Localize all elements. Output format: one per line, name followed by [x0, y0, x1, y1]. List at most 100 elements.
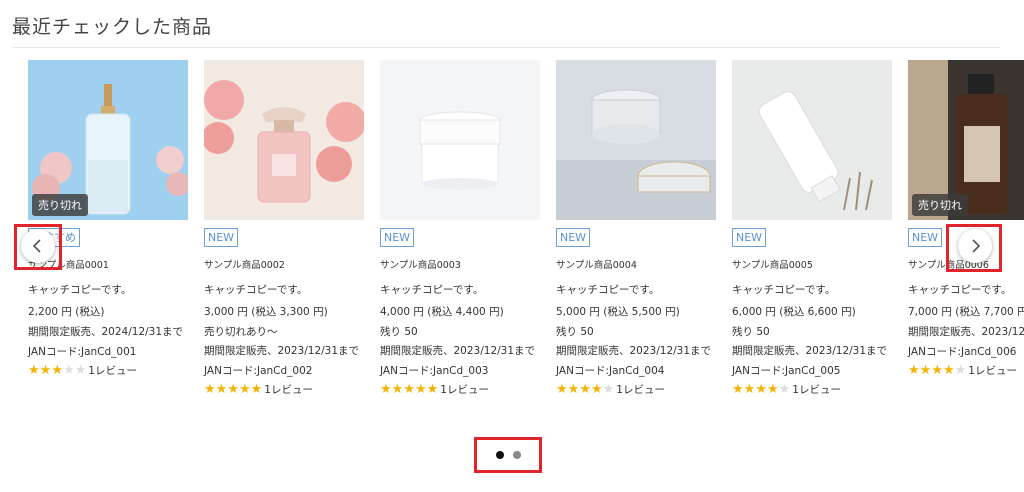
star-empty-icon: ★: [778, 381, 791, 397]
product-image[interactable]: [380, 60, 540, 220]
star-filled-icon: ★: [227, 381, 239, 397]
star-filled-icon: ★: [204, 381, 216, 397]
review-count[interactable]: 1レビュー: [440, 382, 489, 397]
product-badge: NEW: [204, 228, 239, 247]
product-card[interactable]: NEW サンプル商品0005 キャッチコピーです。 6,000 円 (税込 6,…: [732, 60, 892, 397]
star-filled-icon: ★: [766, 381, 779, 397]
stock-status: 売り切れあり～: [204, 326, 278, 338]
sale-period: 期間限定販売、2024/12/31まで: [28, 326, 184, 338]
star-filled-icon: ★: [238, 381, 251, 397]
star-filled-icon: ★: [942, 362, 955, 378]
star-empty-icon: ★: [62, 362, 75, 378]
product-card[interactable]: 売り切れ おすすめ サンプル商品0001 キャッチコピーです。 2,200 円 …: [28, 60, 188, 378]
star-filled-icon: ★: [732, 381, 744, 397]
star-filled-icon: ★: [908, 362, 920, 378]
review-count[interactable]: 1レビュー: [968, 363, 1017, 378]
product-price: 6,000 円 (税込 6,600 円): [732, 306, 856, 318]
carousel-pagination: [474, 438, 542, 472]
sale-period: 期間限定販売、2023/12/31まで: [204, 345, 360, 357]
review-count[interactable]: 1レビュー: [88, 363, 137, 378]
star-filled-icon: ★: [755, 381, 767, 397]
stock-status: 残り 50: [380, 326, 418, 338]
product-badge: NEW: [732, 228, 767, 247]
product-image[interactable]: 売り切れ: [28, 60, 188, 220]
star-filled-icon: ★: [380, 381, 392, 397]
star-rating: ★ ★ ★ ★ ★: [380, 381, 439, 397]
carousel-prev-button[interactable]: [21, 229, 55, 263]
jan-code: JANコード:JanCd_003: [380, 365, 489, 377]
catch-copy: キャッチコピーです。: [204, 284, 308, 296]
product-card[interactable]: NEW サンプル商品0003 キャッチコピーです。 4,000 円 (税込 4,…: [380, 60, 540, 397]
chevron-right-icon: [972, 239, 981, 253]
review-count[interactable]: 1レビュー: [264, 382, 313, 397]
star-empty-icon: ★: [74, 362, 87, 378]
catch-copy: キャッチコピーです。: [908, 284, 1012, 296]
product-name[interactable]: サンプル商品0003: [380, 257, 540, 271]
star-filled-icon: ★: [51, 362, 63, 378]
star-filled-icon: ★: [403, 381, 415, 397]
catch-copy: キャッチコピーです。: [556, 284, 660, 296]
product-image[interactable]: 売り切れ: [908, 60, 1024, 220]
rating: ★ ★ ★ ★ ★ 1レビュー: [380, 382, 540, 397]
pagination-dot-1[interactable]: [495, 451, 504, 459]
star-filled-icon: ★: [414, 381, 427, 397]
sale-period: 期間限定販売、2023/12/31まで: [380, 345, 536, 357]
pagination-dot-2[interactable]: [512, 451, 521, 459]
star-filled-icon: ★: [39, 362, 52, 378]
star-filled-icon: ★: [590, 381, 603, 397]
product-name[interactable]: サンプル商品0002: [204, 257, 364, 271]
rating: ★ ★ ★ ★ ★ 1レビュー: [732, 382, 892, 397]
product-image[interactable]: [204, 60, 364, 220]
product-card[interactable]: NEW サンプル商品0004 キャッチコピーです。 5,000 円 (税込 5,…: [556, 60, 716, 397]
catch-copy: キャッチコピーです。: [732, 284, 836, 296]
catch-copy: キャッチコピーです。: [28, 284, 132, 296]
sold-out-label: 売り切れ: [912, 194, 968, 216]
jan-code: JANコード:JanCd_005: [732, 365, 841, 377]
product-name[interactable]: サンプル商品0004: [556, 257, 716, 271]
product-name[interactable]: サンプル商品0001: [28, 257, 188, 271]
star-filled-icon: ★: [215, 381, 228, 397]
product-card[interactable]: 売り切れ NEW サンプル商品0006 キャッチコピーです。 7,000 円 (…: [908, 60, 1024, 378]
jan-code: JANコード:JanCd_001: [28, 346, 137, 358]
star-filled-icon: ★: [556, 381, 568, 397]
star-filled-icon: ★: [250, 381, 263, 397]
rating: ★ ★ ★ ★ ★ 1レビュー: [908, 363, 1024, 378]
rating: ★ ★ ★ ★ ★ 1レビュー: [556, 382, 716, 397]
jan-code: JANコード:JanCd_004: [556, 365, 665, 377]
star-filled-icon: ★: [426, 381, 439, 397]
carousel-track: 売り切れ おすすめ サンプル商品0001 キャッチコピーです。 2,200 円 …: [0, 0, 1024, 440]
sale-period: 期間限定販売、2023/12/31まで: [732, 345, 888, 357]
product-badge: NEW: [908, 228, 943, 247]
star-empty-icon: ★: [602, 381, 615, 397]
product-price: 4,000 円 (税込 4,400 円): [380, 306, 504, 318]
chevron-left-icon: [32, 239, 41, 253]
product-price: 5,000 円 (税込 5,500 円): [556, 306, 680, 318]
review-count[interactable]: 1レビュー: [792, 382, 841, 397]
star-rating: ★ ★ ★ ★ ★: [908, 362, 967, 378]
jan-code: JANコード:JanCd_006: [908, 346, 1017, 358]
star-filled-icon: ★: [391, 381, 404, 397]
sale-period: 期間限定販売、2023/12/31まで: [556, 345, 712, 357]
star-filled-icon: ★: [931, 362, 943, 378]
rating: ★ ★ ★ ★ ★ 1レビュー: [28, 363, 188, 378]
product-badge: NEW: [380, 228, 415, 247]
carousel-next-button[interactable]: [958, 229, 992, 263]
star-filled-icon: ★: [743, 381, 756, 397]
star-filled-icon: ★: [579, 381, 591, 397]
product-card[interactable]: NEW サンプル商品0002 キャッチコピーです。 3,000 円 (税込 3,…: [204, 60, 364, 397]
review-count[interactable]: 1レビュー: [616, 382, 665, 397]
star-empty-icon: ★: [954, 362, 967, 378]
product-image[interactable]: [732, 60, 892, 220]
product-price: 3,000 円 (税込 3,300 円): [204, 306, 328, 318]
product-price: 7,000 円 (税込 7,700 円): [908, 306, 1024, 318]
stock-status: 残り 50: [732, 326, 770, 338]
product-image[interactable]: [556, 60, 716, 220]
stock-status: 残り 50: [556, 326, 594, 338]
sale-period: 期間限定販売、2023/12/31まで: [908, 326, 1024, 338]
star-rating: ★ ★ ★ ★ ★: [28, 362, 87, 378]
product-price: 2,200 円 (税込): [28, 306, 105, 318]
star-rating: ★ ★ ★ ★ ★: [732, 381, 791, 397]
star-rating: ★ ★ ★ ★ ★: [556, 381, 615, 397]
star-filled-icon: ★: [567, 381, 580, 397]
product-name[interactable]: サンプル商品0005: [732, 257, 892, 271]
